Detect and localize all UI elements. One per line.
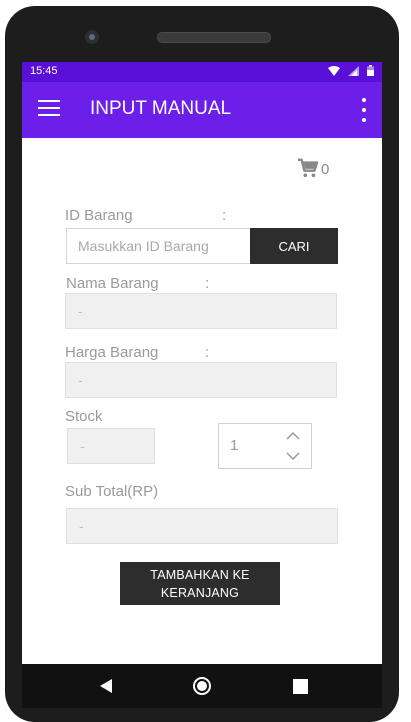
stepper-arrows-icon[interactable]	[286, 430, 300, 462]
nama-barang-label: Nama Barang	[66, 275, 159, 292]
id-barang-input[interactable]: Masukkan ID Barang	[66, 228, 250, 264]
harga-barang-colon: :	[205, 344, 210, 361]
back-icon[interactable]	[96, 676, 116, 696]
battery-icon	[367, 65, 374, 76]
speaker	[157, 32, 271, 43]
recents-icon[interactable]	[290, 676, 310, 696]
sub-total-field: -	[66, 508, 338, 544]
nama-barang-field: -	[65, 293, 337, 329]
add-button-line2: KERANJANG	[160, 585, 240, 600]
cari-button[interactable]: CARI	[250, 228, 338, 264]
status-icons	[328, 65, 374, 76]
quantity-stepper[interactable]: 1	[218, 423, 312, 469]
phone-frame: 15:45 INPUT MANUAL 0 ID Barang : Masukka…	[5, 6, 399, 722]
add-to-cart-button[interactable]: TAMBAHKAN KE KERANJANG	[120, 562, 280, 605]
signal-icon	[348, 65, 359, 76]
cart-icon	[298, 158, 319, 178]
status-time: 15:45	[30, 65, 58, 77]
nama-barang-colon: :	[205, 275, 210, 292]
sub-total-label: Sub Total(RP)	[65, 483, 159, 500]
app-bar: INPUT MANUAL	[22, 82, 382, 138]
id-barang-colon: :	[222, 207, 227, 224]
wifi-icon	[328, 65, 340, 76]
id-barang-label: ID Barang	[65, 207, 133, 224]
harga-barang-label: Harga Barang	[65, 344, 159, 361]
navigation-bar	[22, 664, 382, 708]
more-vert-icon[interactable]	[360, 98, 368, 122]
screen: 15:45 INPUT MANUAL 0 ID Barang : Masukka…	[22, 62, 382, 670]
quantity-value: 1	[230, 437, 239, 454]
home-icon[interactable]	[192, 676, 212, 696]
camera	[85, 30, 99, 44]
menu-icon[interactable]	[38, 100, 60, 118]
cart-button[interactable]: 0	[297, 158, 329, 178]
page-title: INPUT MANUAL	[90, 98, 232, 119]
status-bar: 15:45	[22, 62, 382, 82]
add-button-line1: TAMBAHKAN KE	[150, 567, 250, 582]
stock-label: Stock	[65, 408, 103, 425]
harga-barang-field: -	[65, 362, 337, 398]
cart-count: 0	[321, 161, 330, 178]
stock-field: -	[67, 428, 155, 464]
